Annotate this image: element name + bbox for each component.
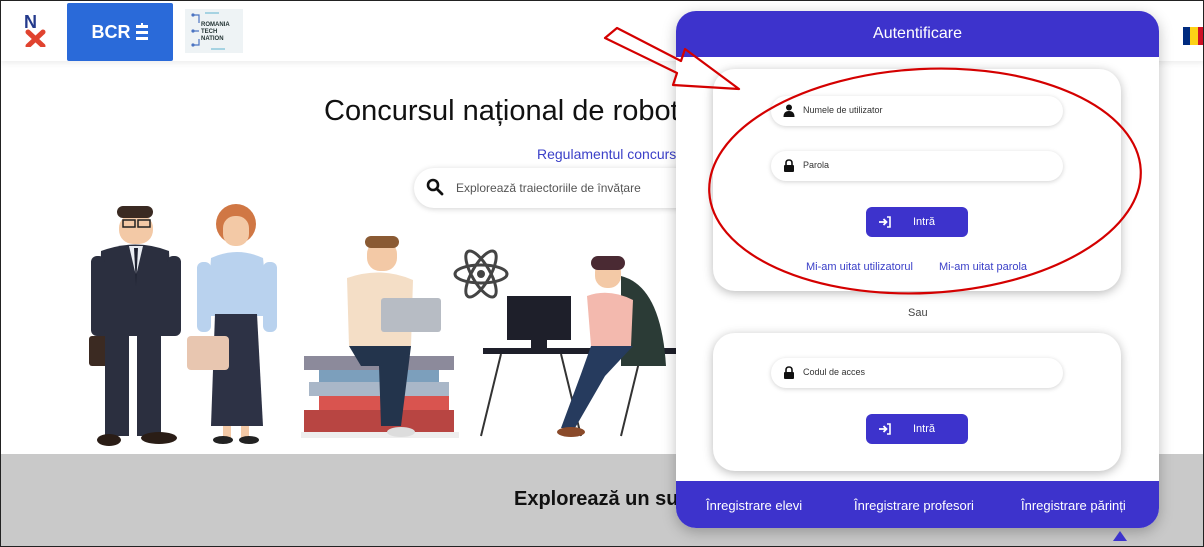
nx-logo[interactable]: N	[23, 11, 51, 47]
language-flag-icon[interactable]	[1183, 27, 1203, 45]
hero-illustration	[89, 204, 681, 446]
bcr-logo[interactable]: BCR	[67, 3, 173, 61]
lock-icon	[784, 159, 794, 172]
explore-title: Explorează un sul	[514, 488, 685, 510]
access-code-input[interactable]: Codul de acces	[803, 367, 865, 377]
atom-icon	[453, 249, 509, 299]
search-input[interactable]: Explorează traiectoriile de învățare	[456, 181, 641, 195]
svg-text:ROMANIA: ROMANIA	[201, 22, 230, 28]
nx-logo-text: N	[24, 12, 37, 32]
register-teachers-link[interactable]: Înregistrare profesori	[854, 498, 974, 513]
search-icon	[426, 178, 444, 196]
login-modal-title: Autentificare	[676, 11, 1159, 57]
sign-in-icon	[879, 423, 891, 435]
username-field[interactable]: Numele de utilizator	[771, 96, 1063, 126]
login-button-label: Intră	[913, 216, 936, 228]
register-bar: Înregistrare elevi Înregistrare profesor…	[676, 481, 1159, 528]
bcr-label: BCR	[91, 21, 131, 42]
or-divider: Sau	[908, 307, 928, 319]
page-title: Concursul național de robotic	[324, 95, 700, 127]
access-code-login-label: Intră	[913, 423, 936, 435]
circuit-icon: ROMANIA TECH NATION	[191, 12, 230, 50]
register-students-link[interactable]: Înregistrare elevi	[706, 498, 802, 513]
register-parents-link[interactable]: Înregistrare părinți	[1021, 498, 1126, 513]
bcr-symbol-icon	[135, 23, 148, 40]
browser-viewport: N BCR ROMANIA TECH NATION Concursul nați…	[0, 0, 1204, 547]
login-button[interactable]: Intră	[866, 207, 968, 237]
username-input[interactable]: Numele de utilizator	[803, 105, 883, 115]
dropdown-caret-icon	[1113, 531, 1127, 541]
password-input[interactable]: Parola	[803, 160, 829, 170]
credentials-card: Numele de utilizator Parola Intră Mi-am …	[713, 69, 1121, 291]
sign-in-icon	[879, 216, 891, 228]
login-modal: Autentificare Numele de utilizator Parol…	[676, 11, 1159, 528]
password-field[interactable]: Parola	[771, 151, 1063, 181]
access-code-login-button[interactable]: Intră	[866, 414, 968, 444]
svg-text:NATION: NATION	[201, 36, 224, 42]
woman-at-computer-figure	[480, 256, 681, 437]
romania-tech-nation-logo[interactable]: ROMANIA TECH NATION	[185, 9, 243, 53]
woman-figure	[187, 204, 277, 444]
regulations-link[interactable]: Regulamentul concursu	[537, 146, 684, 162]
svg-text:TECH: TECH	[201, 29, 217, 35]
user-icon	[783, 104, 795, 117]
forgot-password-link[interactable]: Mi-am uitat parola	[939, 261, 1027, 273]
man-in-suit-figure	[89, 206, 181, 446]
access-code-card: Codul de acces Intră	[713, 333, 1121, 471]
boy-on-books-figure	[301, 236, 459, 438]
access-code-field[interactable]: Codul de acces	[771, 358, 1063, 388]
forgot-username-link[interactable]: Mi-am uitat utilizatorul	[806, 261, 913, 273]
lock-icon	[784, 366, 794, 379]
